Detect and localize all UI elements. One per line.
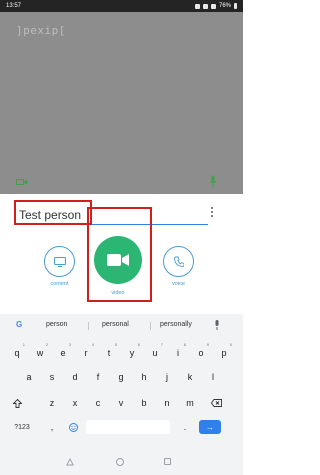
backspace-key[interactable]: [207, 394, 225, 412]
key-c[interactable]: c: [89, 394, 107, 412]
notification-icon: [194, 3, 200, 9]
key-i[interactable]: i8: [169, 342, 187, 362]
key-a[interactable]: a: [20, 368, 38, 386]
space-key[interactable]: [86, 420, 170, 434]
voice-label: voice: [172, 281, 185, 287]
video-button[interactable]: video: [94, 236, 142, 296]
key-z[interactable]: z: [43, 394, 61, 412]
monitor-icon: [53, 256, 66, 267]
suggestion-divider: [88, 322, 89, 330]
key-w[interactable]: w2: [31, 342, 49, 362]
navigation-bar: [0, 450, 243, 475]
key-hint: 7: [160, 342, 163, 347]
key-r[interactable]: r4: [77, 342, 95, 362]
key-label: o: [198, 348, 204, 358]
key-h[interactable]: h: [135, 368, 153, 386]
voice-input-icon[interactable]: [214, 320, 220, 330]
phone-icon: [173, 256, 184, 267]
suggestion-2[interactable]: personal: [102, 321, 129, 328]
google-icon[interactable]: G: [16, 320, 22, 329]
key-hint: 3: [68, 342, 71, 347]
recents-icon[interactable]: [164, 458, 171, 465]
name-input[interactable]: [16, 201, 208, 225]
key-x[interactable]: x: [66, 394, 84, 412]
key-hint: 1: [22, 342, 25, 347]
key-f[interactable]: f: [89, 368, 107, 386]
key-k[interactable]: k: [181, 368, 199, 386]
key-d[interactable]: d: [66, 368, 84, 386]
key-hint: 2: [45, 342, 48, 347]
shift-key[interactable]: [8, 394, 26, 412]
key-label: w: [36, 348, 44, 358]
enter-key[interactable]: →: [199, 420, 221, 434]
emoji-icon: [68, 422, 78, 432]
key-q[interactable]: q1: [8, 342, 26, 362]
key-hint: 5: [114, 342, 117, 347]
key-t[interactable]: t5: [100, 342, 118, 362]
key-e[interactable]: e3: [54, 342, 72, 362]
backspace-icon: [210, 399, 222, 407]
battery-percent: 76%: [218, 3, 231, 9]
back-icon[interactable]: [66, 458, 74, 466]
content-label: content: [50, 281, 69, 287]
key-j[interactable]: j: [158, 368, 176, 386]
video-circle[interactable]: [94, 236, 142, 284]
home-icon[interactable]: [116, 458, 124, 466]
suggestion-strip: G person personal personally: [0, 314, 243, 336]
key-hint: 9: [206, 342, 209, 347]
signal-icon: [210, 3, 216, 9]
key-label: i: [177, 348, 179, 358]
suggestion-3[interactable]: personally: [160, 321, 192, 328]
key-hint: 0: [229, 342, 232, 347]
pexip-logo: ]pexip[: [16, 24, 66, 37]
key-n[interactable]: n: [158, 394, 176, 412]
video-label: video: [111, 290, 125, 296]
key-u[interactable]: u7: [146, 342, 164, 362]
content-circle[interactable]: [44, 246, 75, 277]
key-o[interactable]: o9: [192, 342, 210, 362]
microphone-icon[interactable]: [209, 175, 217, 188]
suggestion-divider: [150, 322, 151, 330]
emoji-key[interactable]: [64, 418, 82, 436]
suggestion-1[interactable]: person: [46, 321, 67, 328]
camera-off-icon[interactable]: [16, 178, 28, 186]
arrow-right-icon: →: [206, 422, 214, 432]
key-hint: 4: [91, 342, 94, 347]
status-time: 13:57: [6, 3, 22, 9]
key-label: e: [60, 348, 66, 358]
voice-circle[interactable]: [163, 246, 194, 277]
key-y[interactable]: y6: [123, 342, 141, 362]
symbols-key[interactable]: ?123: [12, 418, 32, 436]
call-buttons: content video voice: [0, 232, 243, 312]
key-label: y: [129, 348, 135, 358]
voice-button[interactable]: voice: [163, 246, 194, 287]
camera-icon: [107, 254, 129, 266]
battery-icon: [234, 3, 237, 9]
key-g[interactable]: g: [112, 368, 130, 386]
status-icons: 76%: [194, 3, 237, 9]
key-hint: 8: [183, 342, 186, 347]
key-s[interactable]: s: [43, 368, 61, 386]
more-options-icon[interactable]: [208, 203, 216, 221]
wifi-icon: [202, 3, 208, 9]
key-label: p: [221, 348, 227, 358]
key-label: u: [152, 348, 158, 358]
comma-key[interactable]: ,: [43, 418, 61, 436]
key-p[interactable]: p0: [215, 342, 233, 362]
key-b[interactable]: b: [135, 394, 153, 412]
content-button[interactable]: content: [44, 246, 75, 287]
key-label: t: [107, 348, 111, 358]
period-key[interactable]: .: [176, 418, 194, 436]
key-v[interactable]: v: [112, 394, 130, 412]
status-bar: 13:57 76%: [0, 0, 243, 12]
key-l[interactable]: l: [204, 368, 222, 386]
key-hint: 6: [137, 342, 140, 347]
key-m[interactable]: m: [181, 394, 199, 412]
key-label: q: [14, 348, 20, 358]
key-label: r: [84, 348, 88, 358]
name-field-wrapper: [16, 201, 208, 226]
self-view-video: ]pexip[: [0, 12, 243, 194]
shift-icon: [12, 398, 22, 408]
